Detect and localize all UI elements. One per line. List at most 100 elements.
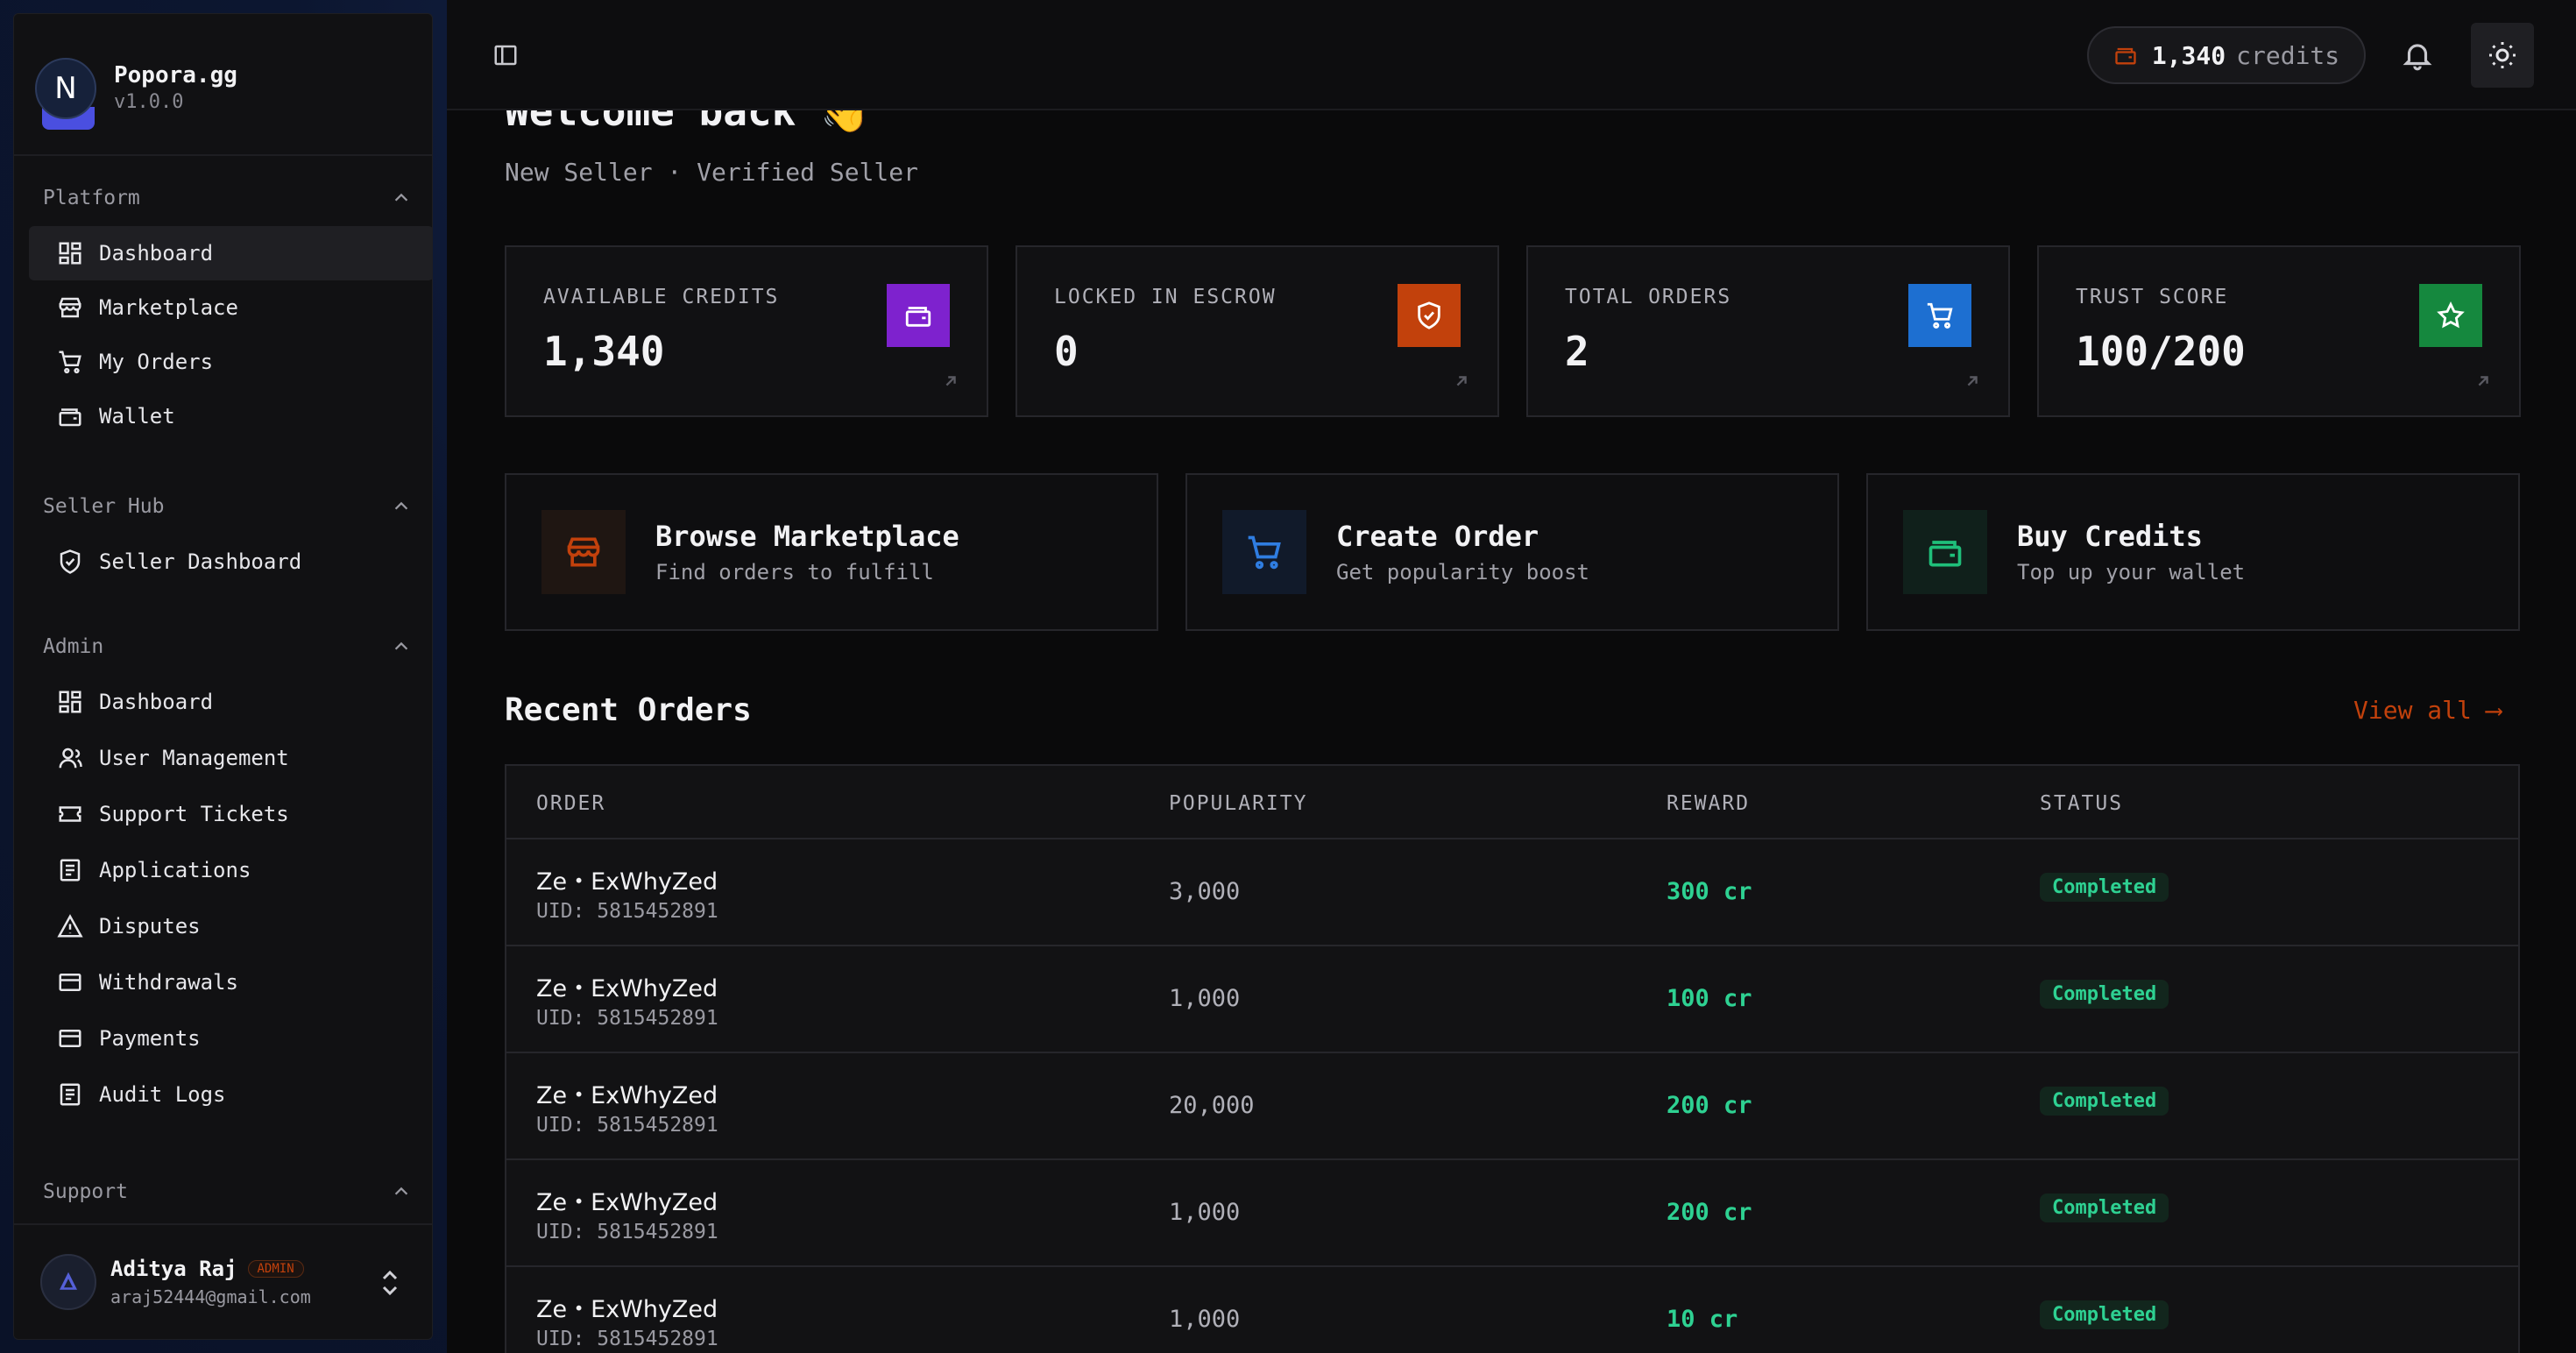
grid-icon [59, 242, 81, 265]
role-badge: ADMIN [247, 1260, 304, 1278]
status-badge: Completed [2040, 1300, 2169, 1329]
table-row[interactable]: Ze・ExWhyZed UID: 5815452891 1,000 10 cr … [506, 1267, 2518, 1353]
sidebar-item-label: My Orders [99, 350, 214, 374]
user-email: araj52444@gmail.com [110, 1286, 311, 1307]
column-header: STATUS [2040, 792, 2124, 815]
ticket-icon [59, 806, 81, 822]
section-seller-hub[interactable]: Seller Hub [43, 489, 420, 524]
arrow-up-right-icon [2478, 376, 2488, 386]
section-label: Support [43, 1180, 128, 1203]
order-popularity: 20,000 [1169, 1092, 1255, 1119]
order-reward: 10 cr [1667, 1306, 1738, 1333]
action-title: Create Order [1336, 520, 1539, 553]
cart-icon [1908, 284, 1971, 347]
order-uid: UID: 5815452891 [536, 900, 718, 923]
credit-card-icon [59, 974, 81, 991]
action-subtitle: Find orders to fulfill [655, 560, 934, 584]
chevron-up-icon [394, 501, 408, 510]
column-header: ORDER [536, 792, 606, 815]
brand-name: Popora.gg [114, 62, 237, 89]
arrow-up-right-icon [1967, 376, 1978, 386]
order-uid: UID: 5815452891 [536, 1114, 718, 1137]
wallet-icon [887, 284, 950, 347]
create-order-button[interactable]: Create Order Get popularity boost [1185, 473, 1839, 631]
stat-value: 0 [1054, 328, 1079, 375]
status-badge: Completed [2040, 980, 2169, 1009]
section-admin[interactable]: Admin [43, 629, 420, 664]
order-name: Ze・ExWhyZed [536, 1189, 718, 1216]
stat-label: AVAILABLE CREDITS [543, 286, 780, 308]
sidebar-item-withdrawals[interactable]: Withdrawals [29, 955, 432, 1009]
column-header: REWARD [1667, 792, 1751, 815]
view-all-link[interactable]: View all ⟶ [2353, 696, 2502, 725]
sidebar-item-audit-logs[interactable]: Audit Logs [29, 1067, 432, 1122]
arrow-up-right-icon [1456, 376, 1467, 386]
sidebar-toggle-icon[interactable] [492, 42, 519, 68]
order-popularity: 3,000 [1169, 878, 1241, 905]
theme-toggle-button[interactable] [2471, 23, 2534, 88]
star-icon [2419, 284, 2482, 347]
order-name: Ze・ExWhyZed [536, 1082, 718, 1109]
sidebar-divider [14, 154, 432, 156]
sidebar-item-disputes[interactable]: Disputes [29, 899, 432, 953]
credits-label: credits [2236, 40, 2340, 70]
bell-icon[interactable] [2401, 39, 2434, 72]
chevron-up-icon [394, 193, 408, 202]
sidebar-item-user-management[interactable]: User Management [29, 731, 432, 785]
sidebar-item-seller-dashboard[interactable]: Seller Dashboard [29, 535, 432, 589]
store-icon [541, 510, 626, 594]
cart-icon [1222, 510, 1306, 594]
stat-card-available-credits[interactable]: AVAILABLE CREDITS 1,340 [505, 245, 988, 417]
table-row[interactable]: Ze・ExWhyZed UID: 5815452891 1,000 200 cr… [506, 1160, 2518, 1267]
table-row[interactable]: Ze・ExWhyZed UID: 5815452891 1,000 100 cr… [506, 946, 2518, 1053]
sidebar-item-support-tickets[interactable]: Support Tickets [29, 787, 432, 841]
section-support[interactable]: Support [43, 1174, 420, 1209]
sidebar-item-admin-dashboard[interactable]: Dashboard [29, 675, 432, 729]
sidebar-item-payments[interactable]: Payments [29, 1011, 432, 1066]
avatar [40, 1254, 96, 1310]
sidebar-item-label: Applications [99, 858, 251, 882]
wallet-icon [2115, 47, 2136, 65]
stat-value: 2 [1565, 328, 1589, 375]
sidebar-item-applications[interactable]: Applications [29, 843, 432, 897]
sidebar-item-label: Withdrawals [99, 970, 238, 995]
column-header: POPULARITY [1169, 792, 1308, 815]
credit-card-icon [59, 1030, 81, 1047]
sidebar-item-my-orders[interactable]: My Orders [29, 335, 432, 389]
main-content: 1,340 credits Welcome back 👋 New Seller … [447, 0, 2576, 1353]
sidebar-item-label: Dashboard [99, 690, 214, 714]
sidebar-item-label: Payments [99, 1026, 201, 1051]
buy-credits-button[interactable]: Buy Credits Top up your wallet [1866, 473, 2520, 631]
stat-card-trust-score[interactable]: TRUST SCORE 100/200 [2037, 245, 2521, 417]
brand[interactable]: N Popora.gg v1.0.0 [35, 35, 237, 140]
user-menu[interactable]: Aditya Raj ADMIN araj52444@gmail.com [14, 1223, 432, 1339]
sidebar-item-wallet[interactable]: Wallet [29, 389, 432, 443]
sidebar-item-marketplace[interactable]: Marketplace [29, 280, 432, 335]
table-row[interactable]: Ze・ExWhyZed UID: 5815452891 20,000 200 c… [506, 1053, 2518, 1160]
order-uid: UID: 5815452891 [536, 1007, 718, 1030]
sidebar-item-label: Wallet [99, 404, 175, 429]
document-icon [60, 859, 81, 882]
sun-icon [2489, 42, 2516, 68]
stat-card-total-orders[interactable]: TOTAL ORDERS 2 [1526, 245, 2010, 417]
section-label: Admin [43, 635, 104, 658]
browse-marketplace-button[interactable]: Browse Marketplace Find orders to fulfil… [505, 473, 1158, 631]
table-row[interactable]: Ze・ExWhyZed UID: 5815452891 3,000 300 cr… [506, 839, 2518, 946]
stat-card-locked-in-escrow[interactable]: LOCKED IN ESCROW 0 [1016, 245, 1499, 417]
stat-value: 100/200 [2076, 328, 2246, 375]
order-popularity: 1,000 [1169, 1199, 1241, 1226]
order-name: Ze・ExWhyZed [536, 1296, 718, 1323]
section-platform[interactable]: Platform [43, 181, 420, 216]
stat-value: 1,340 [543, 328, 665, 375]
chevron-up-down-icon[interactable] [379, 1267, 400, 1299]
action-subtitle: Get popularity boost [1336, 560, 1589, 584]
alert-triangle-icon [57, 914, 83, 938]
chevron-up-icon [394, 1187, 408, 1195]
status-badge: Completed [2040, 1194, 2169, 1222]
credits-balance[interactable]: 1,340 credits [2087, 26, 2366, 84]
shield-check-icon [1398, 284, 1461, 347]
section-label: Seller Hub [43, 495, 165, 518]
sidebar-item-dashboard[interactable]: Dashboard [29, 226, 432, 280]
users-icon [59, 747, 82, 769]
chevron-up-icon [394, 641, 408, 650]
